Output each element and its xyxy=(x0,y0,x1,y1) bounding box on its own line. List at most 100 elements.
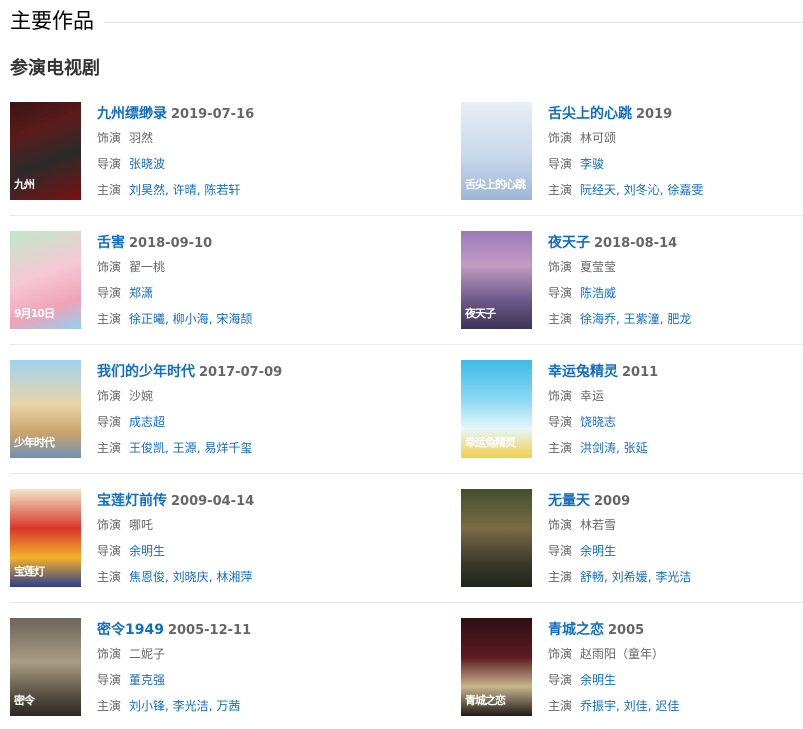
work-title-link[interactable]: 舌害 xyxy=(97,235,125,251)
role-line: 饰演 林可颂 xyxy=(548,126,803,150)
work-item: 青城之恋 青城之恋 2005 饰演 赵雨阳（童年） 导演 余明生 主演 乔振宇, 刘佳, 迟佳 xyxy=(461,618,801,716)
cast-link[interactable]: 万茜 xyxy=(216,699,240,713)
work-title-line: 夜天子 2018-08-14 xyxy=(548,231,803,253)
cast-link[interactable]: 洪剑涛 xyxy=(580,441,616,455)
cast-label: 主演 xyxy=(548,312,573,326)
director-link[interactable]: 成志超 xyxy=(129,415,165,429)
director-link[interactable]: 张晓波 xyxy=(129,157,165,171)
director-link[interactable]: 余明生 xyxy=(129,544,165,558)
work-date: 2019 xyxy=(636,107,673,122)
work-poster[interactable]: 少年时代 xyxy=(10,360,81,458)
work-item: 无量天 2009 饰演 林若雪 导演 余明生 主演 舒畅, 刘希媛, 李光洁 xyxy=(461,489,801,587)
cast-link[interactable]: 刘小锋 xyxy=(129,699,165,713)
cast-link[interactable]: 易烊千玺 xyxy=(204,441,252,455)
name-separator: , xyxy=(616,183,624,197)
cast-link[interactable]: 徐正曦 xyxy=(129,312,165,326)
director-line: 导演 余明生 xyxy=(97,539,357,563)
cast-link[interactable]: 李光洁 xyxy=(173,699,209,713)
work-title-link[interactable]: 青城之恋 xyxy=(548,622,604,638)
work-info: 无量天 2009 饰演 林若雪 导演 余明生 主演 舒畅, 刘希媛, 李光洁 xyxy=(548,489,803,589)
section-title: 主要作品 xyxy=(10,9,94,33)
director-line: 导演 余明生 xyxy=(548,539,803,563)
work-title-line: 幸运兔精灵 2011 xyxy=(548,360,803,382)
cast-link[interactable]: 刘晓庆 xyxy=(173,570,209,584)
work-title-line: 我们的少年时代 2017-07-09 xyxy=(97,360,357,382)
work-info: 舌害 2018-09-10 饰演 翟一桃 导演 郑潇 主演 徐正曦, 柳小海, 宋海颉 xyxy=(97,231,357,331)
director-line: 导演 董克强 xyxy=(97,668,357,692)
role-value: 二妮子 xyxy=(129,647,166,661)
director-link[interactable]: 郑潇 xyxy=(129,286,153,300)
work-title-link[interactable]: 我们的少年时代 xyxy=(97,364,195,380)
cast-link[interactable]: 刘冬沁 xyxy=(624,183,660,197)
director-line: 导演 余明生 xyxy=(548,668,803,692)
cast-link[interactable]: 许晴 xyxy=(173,183,197,197)
work-item: 九州 九州缥缈录 2019-07-16 饰演 羽然 导演 张晓波 主演 刘昊然, 许晴, 陈若轩 xyxy=(10,102,350,200)
poster-text: 九州 xyxy=(14,178,35,191)
cast-link[interactable]: 宋海颉 xyxy=(216,312,252,326)
name-separator: , xyxy=(616,699,624,713)
director-label: 导演 xyxy=(97,544,122,558)
work-title-link[interactable]: 宝莲灯前传 xyxy=(97,493,167,509)
cast-link[interactable]: 王紫潼 xyxy=(624,312,660,326)
cast-link[interactable]: 王俊凯 xyxy=(129,441,165,455)
work-info: 宝莲灯前传 2009-04-14 饰演 哪吒 导演 余明生 主演 焦恩俊, 刘晓庆, 林湘萍 xyxy=(97,489,357,589)
director-link[interactable]: 余明生 xyxy=(580,673,616,687)
director-link[interactable]: 饶晓志 xyxy=(580,415,616,429)
work-date: 2018-08-14 xyxy=(594,236,678,251)
work-date: 2018-09-10 xyxy=(129,236,213,251)
work-title-link[interactable]: 密令1949 xyxy=(97,622,164,638)
work-title-link[interactable]: 夜天子 xyxy=(548,235,590,251)
cast-link[interactable]: 刘昊然 xyxy=(129,183,165,197)
cast-link[interactable]: 林湘萍 xyxy=(216,570,252,584)
work-title-link[interactable]: 幸运兔精灵 xyxy=(548,364,618,380)
work-poster[interactable]: 9月10日 xyxy=(10,231,81,329)
work-poster[interactable] xyxy=(461,489,532,587)
work-poster[interactable]: 宝莲灯 xyxy=(10,489,81,587)
work-title-link[interactable]: 无量天 xyxy=(548,493,590,509)
cast-link[interactable]: 柳小海 xyxy=(173,312,209,326)
work-date: 2005 xyxy=(608,623,645,638)
work-poster[interactable]: 夜天子 xyxy=(461,231,532,329)
name-separator: , xyxy=(165,312,173,326)
works-row: 9月10日 舌害 2018-09-10 饰演 翟一桃 导演 郑潇 主演 徐正曦, 柳小海, 宋海… xyxy=(10,216,803,345)
cast-link[interactable]: 徐海乔 xyxy=(580,312,616,326)
cast-link[interactable]: 焦恩俊 xyxy=(129,570,165,584)
cast-link[interactable]: 李光洁 xyxy=(655,570,691,584)
cast-link[interactable]: 舒畅 xyxy=(580,570,604,584)
work-poster[interactable]: 幸运兔精灵 xyxy=(461,360,532,458)
name-separator: , xyxy=(165,699,173,713)
work-date: 2009 xyxy=(594,494,631,509)
work-poster[interactable]: 密令 xyxy=(10,618,81,716)
cast-link[interactable]: 王源 xyxy=(173,441,197,455)
section-divider xyxy=(104,21,803,23)
cast-line: 主演 王俊凯, 王源, 易烊千玺 xyxy=(97,436,357,460)
cast-link[interactable]: 迟佳 xyxy=(655,699,679,713)
section-header: 主要作品 xyxy=(10,4,803,36)
cast-link[interactable]: 徐嘉雯 xyxy=(667,183,703,197)
director-link[interactable]: 余明生 xyxy=(580,544,616,558)
director-link[interactable]: 陈浩威 xyxy=(580,286,616,300)
cast-link[interactable]: 阮经天 xyxy=(580,183,616,197)
work-info: 幸运兔精灵 2011 饰演 幸运 导演 饶晓志 主演 洪剑涛, 张延 xyxy=(548,360,803,460)
cast-link[interactable]: 乔振宇 xyxy=(580,699,616,713)
role-label: 饰演 xyxy=(548,131,573,145)
work-poster[interactable]: 舌尖上的心跳 xyxy=(461,102,532,200)
director-link[interactable]: 李骏 xyxy=(580,157,604,171)
cast-link[interactable]: 陈若轩 xyxy=(204,183,240,197)
work-title-line: 宝莲灯前传 2009-04-14 xyxy=(97,489,357,511)
cast-link[interactable]: 刘希媛 xyxy=(612,570,648,584)
cast-link[interactable]: 刘佳 xyxy=(624,699,648,713)
work-poster[interactable]: 九州 xyxy=(10,102,81,200)
work-title-line: 舌尖上的心跳 2019 xyxy=(548,102,803,124)
role-line: 饰演 羽然 xyxy=(97,126,357,150)
role-line: 饰演 翟一桃 xyxy=(97,255,357,279)
work-title-link[interactable]: 九州缥缈录 xyxy=(97,106,167,122)
director-link[interactable]: 董克强 xyxy=(129,673,165,687)
director-label: 导演 xyxy=(548,157,573,171)
cast-link[interactable]: 肥龙 xyxy=(667,312,691,326)
director-label: 导演 xyxy=(548,673,573,687)
work-poster[interactable]: 青城之恋 xyxy=(461,618,532,716)
cast-link[interactable]: 张延 xyxy=(624,441,648,455)
work-title-link[interactable]: 舌尖上的心跳 xyxy=(548,106,632,122)
cast-line: 主演 徐海乔, 王紫潼, 肥龙 xyxy=(548,307,803,331)
